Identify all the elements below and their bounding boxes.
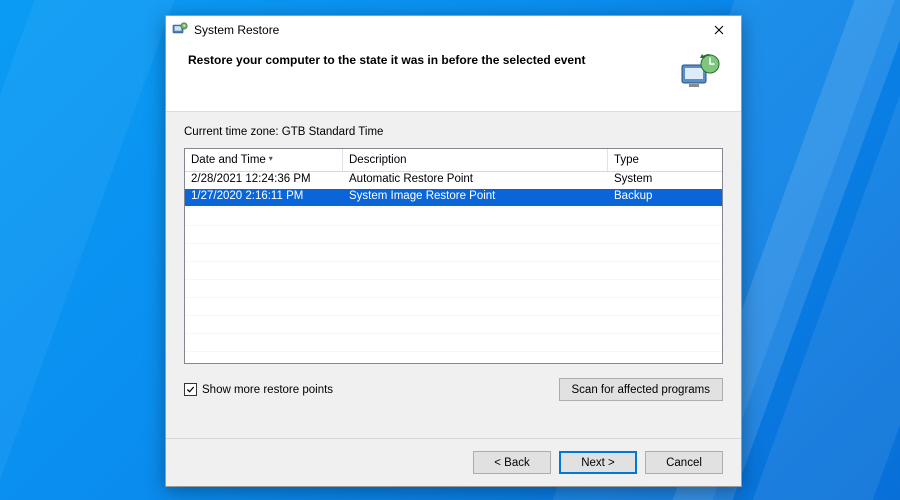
cell-description: Automatic Restore Point [343, 172, 608, 189]
column-header-type-label: Type [614, 154, 639, 166]
checkmark-icon [186, 385, 195, 394]
column-header-date-label: Date and Time [191, 154, 266, 166]
checkbox-box [184, 383, 197, 396]
next-button[interactable]: Next > [559, 451, 637, 474]
system-restore-window: System Restore Restore your computer to … [165, 15, 742, 487]
table-row[interactable]: 2/28/2021 12:24:36 PMAutomatic Restore P… [185, 172, 722, 189]
column-header-description-label: Description [349, 154, 407, 166]
cancel-button[interactable]: Cancel [645, 451, 723, 474]
back-button[interactable]: < Back [473, 451, 551, 474]
show-more-label: Show more restore points [202, 384, 333, 396]
titlebar[interactable]: System Restore [166, 16, 741, 45]
page-heading: Restore your computer to the state it wa… [188, 51, 669, 67]
wizard-footer: < Back Next > Cancel [166, 438, 741, 486]
cell-description: System Image Restore Point [343, 189, 608, 206]
show-more-checkbox[interactable]: Show more restore points [184, 383, 333, 396]
close-icon [714, 25, 724, 35]
table-row[interactable]: 1/27/2020 2:16:11 PMSystem Image Restore… [185, 189, 722, 206]
window-title: System Restore [194, 23, 699, 37]
cell-date: 2/28/2021 12:24:36 PM [185, 172, 343, 189]
close-button[interactable] [699, 17, 739, 43]
column-header-date[interactable]: Date and Time ▾ [185, 149, 343, 171]
sort-desc-icon: ▾ [269, 155, 273, 163]
restore-hero-icon [679, 51, 723, 95]
cell-type: Backup [608, 189, 722, 206]
app-icon [172, 21, 188, 40]
table-header: Date and Time ▾ Description Type [185, 149, 722, 172]
scan-affected-button[interactable]: Scan for affected programs [559, 378, 724, 401]
table-body: 2/28/2021 12:24:36 PMAutomatic Restore P… [185, 172, 722, 363]
restore-points-table: Date and Time ▾ Description Type 2/28/20… [184, 148, 723, 364]
column-header-type[interactable]: Type [608, 149, 722, 171]
wizard-header: Restore your computer to the state it wa… [166, 45, 741, 112]
column-header-description[interactable]: Description [343, 149, 608, 171]
wizard-body: Current time zone: GTB Standard Time Dat… [166, 112, 741, 438]
timezone-label: Current time zone: GTB Standard Time [184, 126, 723, 138]
cell-date: 1/27/2020 2:16:11 PM [185, 189, 343, 206]
cell-type: System [608, 172, 722, 189]
desktop-background: System Restore Restore your computer to … [0, 0, 900, 500]
